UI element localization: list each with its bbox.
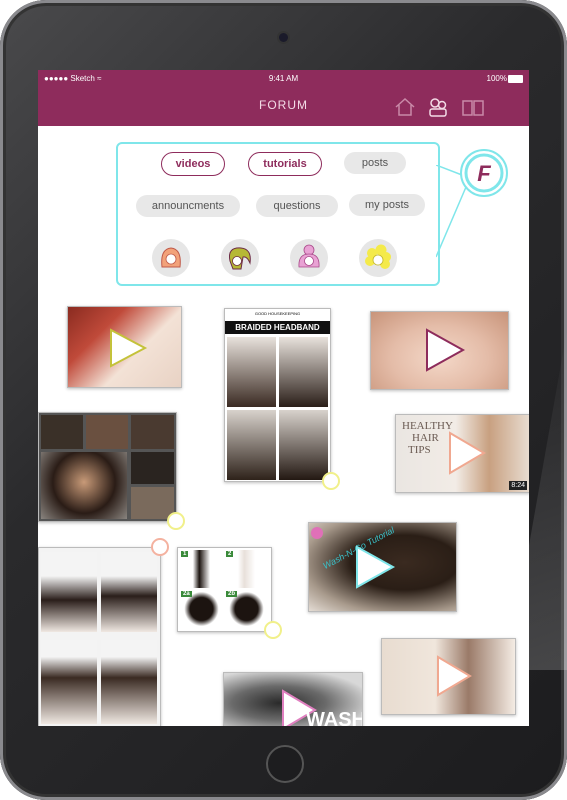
collage-photo [41, 452, 127, 519]
front-camera [279, 33, 288, 42]
channel-logo [311, 527, 323, 539]
step-photo [279, 337, 328, 407]
logo-letter: F [477, 161, 491, 186]
select-ring[interactable] [167, 512, 185, 530]
step-label: 1 [181, 551, 189, 557]
play-icon [426, 328, 466, 372]
status-time: 9:41 AM [268, 74, 299, 83]
forum-logo[interactable]: F [460, 149, 508, 197]
filter-posts[interactable]: posts [344, 152, 406, 174]
updo-photo [101, 640, 157, 724]
headband-title: BRAIDED HEADBAND [225, 321, 330, 334]
home-button[interactable] [266, 745, 304, 783]
community-icon[interactable] [426, 95, 450, 119]
collage-photo [41, 415, 83, 449]
updo-tutorial-thumbnail[interactable] [38, 547, 161, 726]
step-photo [227, 337, 276, 407]
play-icon [356, 545, 396, 589]
hair-product-video-thumbnail[interactable] [381, 638, 516, 715]
collage-photo [86, 415, 128, 449]
select-ring[interactable] [151, 538, 169, 556]
hair-steps-thumbnail[interactable]: 1 2 2a 2b [177, 547, 272, 632]
filter-my-posts[interactable]: my posts [349, 194, 425, 216]
collage-photo [131, 415, 174, 449]
app-screen: ●●●●● Sketch ≈ 9:41 AM 100% FORUM videos… [38, 70, 529, 726]
play-icon [437, 655, 472, 697]
pink-hair-avatar[interactable] [290, 239, 328, 277]
braided-headband-thumbnail[interactable]: GOOD HOUSEKEEPING BRAIDED HEADBAND [224, 308, 331, 482]
select-ring[interactable] [322, 472, 340, 490]
hair-dye-video-thumbnail[interactable] [67, 306, 182, 388]
wash-text: WASH [306, 709, 363, 726]
home-icon[interactable] [393, 95, 417, 119]
book-icon[interactable] [461, 95, 485, 119]
page-title: FORUM [259, 98, 308, 112]
filter-videos[interactable]: videos [161, 152, 225, 176]
step-label: 2a [181, 591, 192, 597]
step-photo [279, 410, 328, 480]
step-label: 2 [226, 551, 234, 557]
select-ring[interactable] [264, 621, 282, 639]
green-hair-avatar[interactable] [221, 239, 259, 277]
updo-photo [101, 552, 157, 632]
nav-bar: FORUM [38, 88, 529, 126]
updo-photo [41, 552, 97, 632]
video-duration: 8:24 [509, 481, 527, 490]
play-icon [110, 328, 148, 368]
natural-hair-collage-thumbnail[interactable] [38, 412, 177, 522]
filter-announcements[interactable]: announcments [136, 195, 240, 217]
brand-label: GOOD HOUSEKEEPING [254, 311, 301, 316]
step-photo [227, 410, 276, 480]
yellow-hair-avatar[interactable] [359, 239, 397, 277]
healthy-hair-tips-thumbnail[interactable]: HEALTHY HAIR TIPS 8:24 [395, 414, 529, 493]
orange-hair-avatar[interactable] [152, 239, 190, 277]
wash-n-go-tutorial-thumbnail[interactable]: Wash-N-Go Tutorial [308, 522, 457, 612]
play-icon [449, 431, 486, 475]
battery-icon [508, 75, 523, 83]
collage-photo [131, 452, 174, 484]
updo-photo [41, 640, 97, 724]
wash-video-thumbnail[interactable]: WASH [223, 672, 363, 726]
filter-questions[interactable]: questions [256, 195, 338, 217]
collage-photo [131, 487, 174, 519]
status-bar: ●●●●● Sketch ≈ 9:41 AM 100% [38, 70, 529, 88]
filter-panel: videos tutorials posts announcments ques… [116, 142, 440, 286]
skincare-video-thumbnail[interactable] [370, 311, 509, 390]
filter-tutorials[interactable]: tutorials [248, 152, 322, 176]
battery-label: 100% [486, 74, 507, 83]
step-label: 2b [226, 591, 238, 597]
